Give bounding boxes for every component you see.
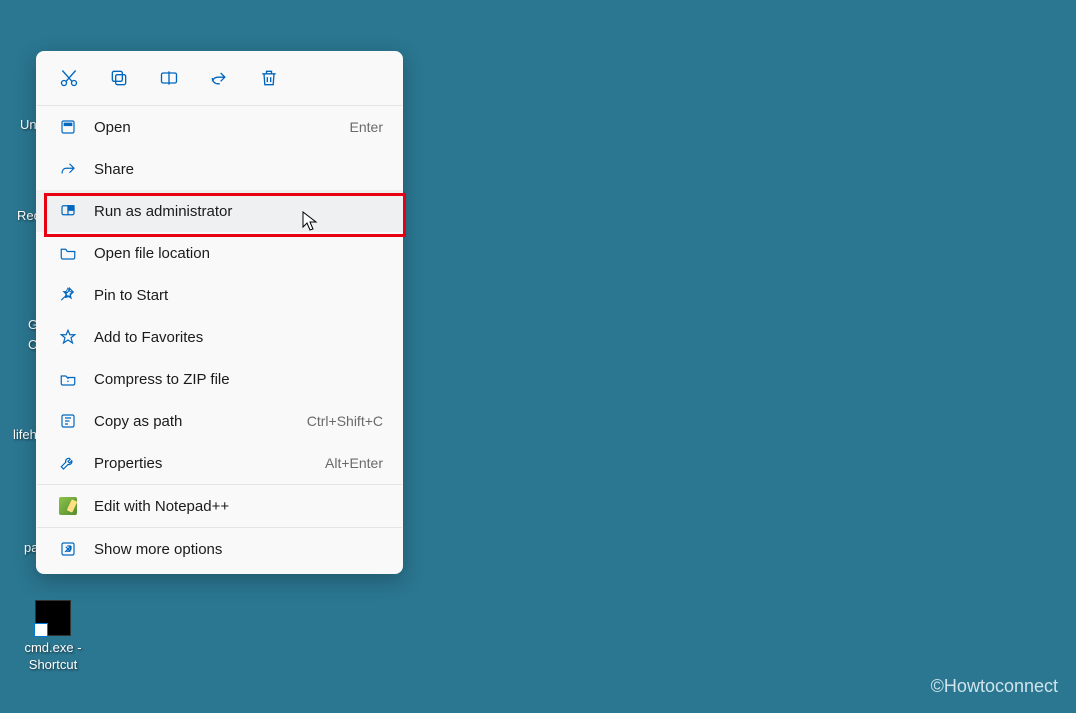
menu-item-open[interactable]: Open Enter <box>36 106 403 148</box>
menu-label: Copy as path <box>94 413 307 430</box>
menu-item-copy-as-path[interactable]: Copy as path Ctrl+Shift+C <box>36 400 403 442</box>
star-icon <box>56 325 80 349</box>
menu-label: Pin to Start <box>94 287 383 304</box>
menu-label: Open file location <box>94 245 383 262</box>
copy-icon[interactable] <box>106 65 132 91</box>
menu-item-run-as-admin[interactable]: Run as administrator <box>36 190 403 232</box>
notepadpp-icon <box>56 494 80 518</box>
wrench-icon <box>56 451 80 475</box>
menu-shortcut: Ctrl+Shift+C <box>307 413 383 429</box>
desktop-label-partial: lifeh <box>13 427 37 442</box>
menu-label: Properties <box>94 455 325 472</box>
open-icon <box>56 115 80 139</box>
menu-shortcut: Alt+Enter <box>325 455 383 471</box>
menu-item-pin-to-start[interactable]: Pin to Start <box>36 274 403 316</box>
delete-icon[interactable] <box>256 65 282 91</box>
menu-item-add-to-favorites[interactable]: Add to Favorites <box>36 316 403 358</box>
rename-icon[interactable] <box>156 65 182 91</box>
menu-label: Compress to ZIP file <box>94 371 383 388</box>
context-menu: Open Enter Share Run as administrator Op… <box>36 51 403 574</box>
pin-icon <box>56 283 80 307</box>
desktop-label-partial: Un <box>20 117 37 132</box>
menu-item-open-file-location[interactable]: Open file location <box>36 232 403 274</box>
shield-icon <box>56 199 80 223</box>
watermark-text: ©Howtoconnect <box>931 676 1058 697</box>
more-icon <box>56 537 80 561</box>
menu-item-compress-zip[interactable]: Compress to ZIP file <box>36 358 403 400</box>
menu-item-properties[interactable]: Properties Alt+Enter <box>36 442 403 484</box>
quick-actions-bar <box>36 51 403 105</box>
cmd-icon <box>35 600 71 636</box>
menu-label: Show more options <box>94 541 383 558</box>
menu-label: Add to Favorites <box>94 329 383 346</box>
path-icon <box>56 409 80 433</box>
menu-label: Edit with Notepad++ <box>94 498 383 515</box>
menu-item-show-more-options[interactable]: Show more options <box>36 528 403 570</box>
folder-icon <box>56 241 80 265</box>
menu-label: Run as administrator <box>94 203 383 220</box>
share-arrow-icon <box>56 157 80 181</box>
zip-icon <box>56 367 80 391</box>
menu-shortcut: Enter <box>350 119 383 135</box>
cut-icon[interactable] <box>56 65 82 91</box>
menu-item-share[interactable]: Share <box>36 148 403 190</box>
share-icon[interactable] <box>206 65 232 91</box>
menu-item-edit-notepadpp[interactable]: Edit with Notepad++ <box>36 485 403 527</box>
menu-label: Open <box>94 119 350 136</box>
desktop-icon-cmd-shortcut[interactable]: cmd.exe - Shortcut <box>18 600 88 674</box>
desktop-icon-label: cmd.exe - Shortcut <box>18 640 88 674</box>
menu-label: Share <box>94 161 383 178</box>
